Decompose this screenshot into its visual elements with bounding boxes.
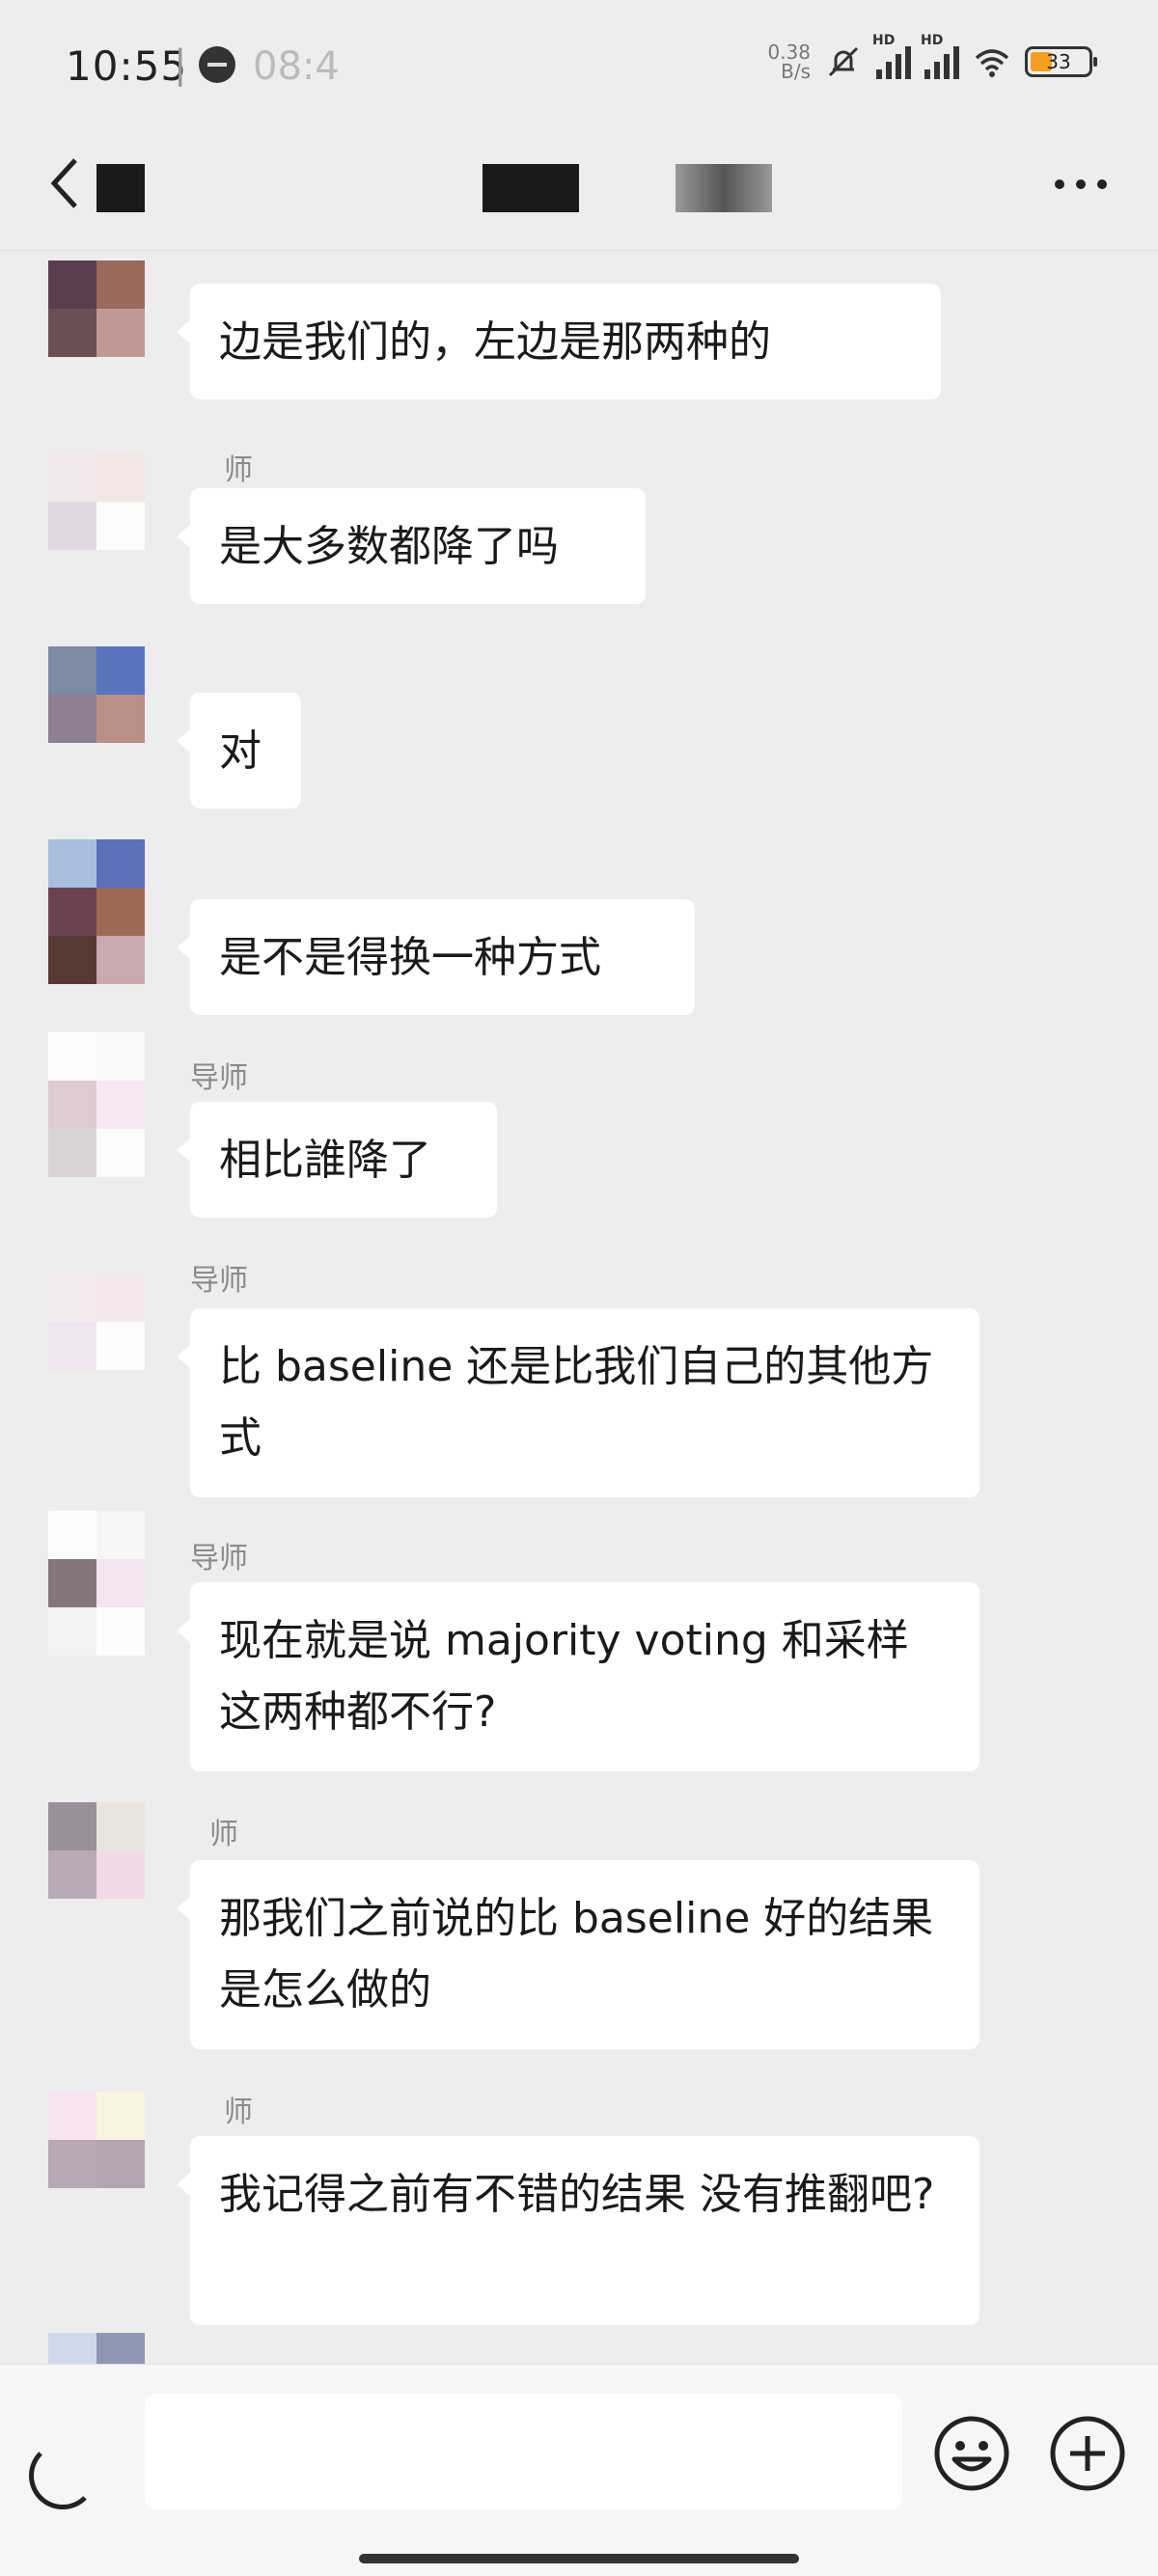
wifi-icon <box>975 49 1009 77</box>
sender-name: 导师 <box>190 1264 248 1298</box>
chat-header <box>0 135 1158 251</box>
avatar[interactable] <box>48 1511 145 1656</box>
avatar[interactable] <box>48 1274 145 1370</box>
mute-bell-icon <box>828 46 859 77</box>
message-bubble[interactable]: 对 <box>177 693 301 808</box>
signal-icon: HD <box>921 33 959 79</box>
message-bubble[interactable]: 是大多数都降了吗 <box>177 488 646 604</box>
avatar[interactable] <box>48 260 145 357</box>
sender-name: 师 <box>224 2096 253 2129</box>
avatar[interactable] <box>48 2092 145 2188</box>
network-speed-unit: B/s <box>781 60 811 83</box>
battery-level: 33 <box>1046 50 1071 73</box>
title-redaction <box>676 164 772 212</box>
message-bubble[interactable]: 现在就是说 majority voting 和采样这两种都不行? <box>177 1582 979 1771</box>
message-bubble[interactable]: 相比誰降了 <box>177 1102 497 1218</box>
voice-icon[interactable] <box>29 2442 96 2509</box>
message-text: 比 baseline 还是比我们自己的其他方式 <box>219 1342 934 1463</box>
network-speed: 0.38 B/s <box>767 42 811 81</box>
signal-icon: HD <box>872 33 911 79</box>
message-input[interactable] <box>145 2394 902 2509</box>
message-text: 对 <box>219 726 262 776</box>
message-text: 是大多数都降了吗 <box>219 522 559 571</box>
avatar[interactable] <box>48 839 145 936</box>
message-text: 现在就是说 majority voting 和采样这两种都不行? <box>219 1616 909 1737</box>
status-time: 10:55 <box>66 42 188 90</box>
status-separator: | <box>174 42 187 87</box>
sender-name: 师 <box>224 453 253 487</box>
status-bar: 10:55 | 08:4 0.38 B/s HD HD 33 <box>0 0 1158 135</box>
message-text: 相比誰降了 <box>219 1136 431 1185</box>
message-bubble[interactable]: 边是我们的，左边是那两种的 <box>177 284 941 399</box>
input-bar <box>0 2364 1158 2576</box>
title-redaction <box>482 164 579 212</box>
avatar[interactable] <box>48 1032 145 1177</box>
back-icon[interactable] <box>46 154 85 212</box>
message-bubble[interactable]: 是不是得换一种方式 <box>177 899 695 1015</box>
more-icon[interactable] <box>1052 170 1110 199</box>
sender-name: 师 <box>209 1818 238 1851</box>
status-icons: 0.38 B/s HD HD 33 <box>767 33 1097 81</box>
message-text: 边是我们的，左边是那两种的 <box>219 317 771 367</box>
avatar[interactable] <box>48 453 145 550</box>
message-text: 我记得之前有不错的结果 没有推翻吧? <box>219 2170 935 2219</box>
avatar[interactable] <box>48 2333 145 2364</box>
message-text: 那我们之前说的比 baseline 好的结果是怎么做的 <box>219 1894 934 2014</box>
sender-name: 导师 <box>190 1542 248 1576</box>
clock-icon <box>199 46 235 83</box>
message-bubble[interactable]: 我记得之前有不错的结果 没有推翻吧? <box>177 2136 979 2325</box>
status-extra-text: 08:4 <box>253 44 340 89</box>
message-text: 是不是得换一种方式 <box>219 933 601 982</box>
home-indicator[interactable] <box>359 2554 799 2563</box>
battery-icon: 33 <box>1025 46 1097 77</box>
avatar[interactable] <box>48 1802 145 1899</box>
sender-name: 导师 <box>190 1061 248 1095</box>
avatar <box>48 936 145 984</box>
message-bubble[interactable]: 比 baseline 还是比我们自己的其他方式 <box>177 1308 979 1497</box>
plus-icon[interactable] <box>1047 2413 1128 2494</box>
title-redaction <box>96 164 145 212</box>
signal-hd-label: HD <box>872 33 896 48</box>
message-bubble[interactable]: 那我们之前说的比 baseline 好的结果是怎么做的 <box>177 1860 979 2049</box>
emoji-icon[interactable] <box>931 2413 1012 2494</box>
network-speed-value: 0.38 <box>767 41 811 64</box>
signal-hd-label: HD <box>921 33 944 48</box>
avatar[interactable] <box>48 646 145 743</box>
